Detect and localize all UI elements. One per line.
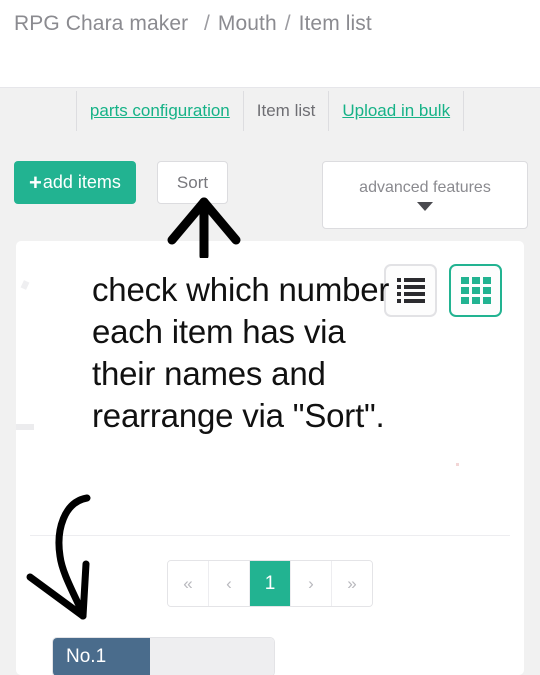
sort-button[interactable]: Sort	[157, 161, 228, 204]
tab-parts-configuration[interactable]: parts configuration	[76, 91, 244, 131]
pagination-prev[interactable]: ‹	[209, 561, 250, 606]
ghost-artifact-left-top	[21, 280, 30, 290]
advanced-features-dropdown[interactable]: advanced features	[322, 161, 528, 229]
toolbar: + add items Sort advanced features	[0, 158, 540, 236]
item-number-badge: No.1	[53, 638, 150, 675]
plus-icon: +	[29, 172, 42, 194]
item-card-body	[150, 638, 274, 675]
list-view-icon	[397, 278, 425, 303]
advanced-features-label: advanced features	[359, 179, 491, 197]
chevron-down-icon	[417, 202, 433, 211]
breadcrumb-root[interactable]: RPG Chara maker	[14, 12, 188, 35]
tab-item-list[interactable]: Item list	[244, 91, 330, 131]
pagination: « ‹ 1 › »	[167, 560, 373, 607]
content-card: check which number each item has via the…	[16, 241, 524, 675]
ghost-artifact-left-mid	[16, 424, 34, 430]
add-items-button[interactable]: + add items	[14, 161, 136, 204]
page-header: RPG Chara maker  / Mouth / Item list	[0, 0, 540, 88]
breadcrumb-separator-2: /	[283, 12, 293, 35]
pagination-next[interactable]: ›	[291, 561, 332, 606]
breadcrumb-separator-1: /	[202, 12, 212, 35]
item-card-no1[interactable]: No.1	[52, 637, 275, 675]
ghost-artifact-right	[456, 463, 459, 466]
pagination-page-1[interactable]: 1	[250, 561, 291, 606]
grid-view-icon	[461, 277, 491, 304]
breadcrumb: RPG Chara maker  / Mouth / Item list	[0, 0, 540, 40]
content-divider	[30, 535, 510, 536]
breadcrumb-section[interactable]: Mouth	[218, 12, 277, 35]
pagination-first[interactable]: «	[168, 561, 209, 606]
add-items-label: add items	[43, 172, 121, 193]
view-toggle-group	[384, 264, 502, 317]
breadcrumb-current-page: Item list	[299, 12, 372, 35]
app-root: RPG Chara maker  / Mouth / Item list pa…	[0, 0, 540, 675]
grid-view-button[interactable]	[449, 264, 502, 317]
pagination-last[interactable]: »	[332, 561, 372, 606]
tab-bar: parts configuration Item list Upload in …	[0, 88, 540, 133]
breadcrumb-faded-segment: 	[194, 12, 202, 35]
annotation-text: check which number each item has via the…	[92, 269, 392, 437]
tab-upload-in-bulk[interactable]: Upload in bulk	[329, 91, 464, 131]
